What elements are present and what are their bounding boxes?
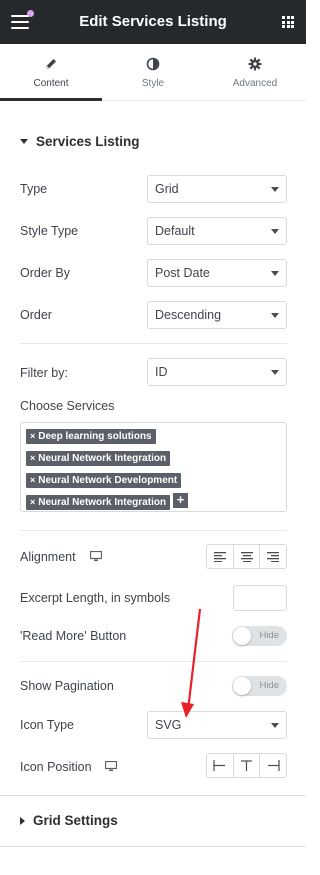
- annotation-arrow: [181, 608, 202, 718]
- annotation-arrow-head: [181, 702, 194, 718]
- annotation-arrow-line: [186, 608, 202, 711]
